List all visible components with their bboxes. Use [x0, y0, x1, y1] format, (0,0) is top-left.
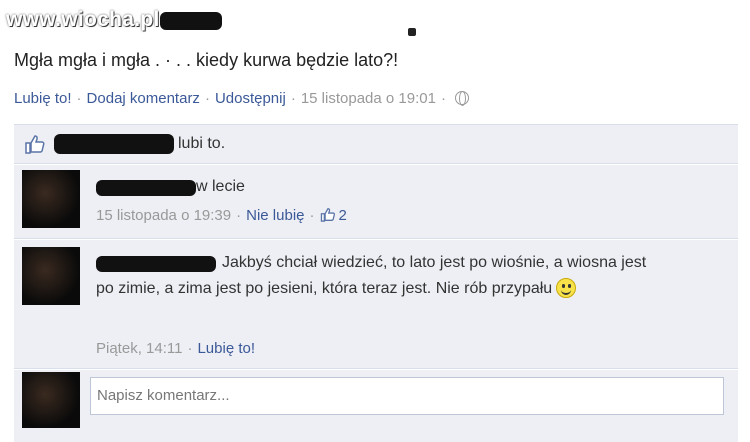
- separator: ·: [187, 340, 193, 357]
- separator: ·: [76, 90, 82, 107]
- divider: [14, 163, 738, 165]
- add-comment-link[interactable]: Dodaj komentarz: [87, 90, 200, 107]
- likes-suffix: lubi to.: [178, 135, 226, 152]
- separator: ·: [236, 207, 242, 224]
- likes-row: lubi to.: [24, 128, 225, 160]
- redacted-liker-name[interactable]: [54, 134, 174, 154]
- redacted-commenter-name[interactable]: [96, 180, 196, 196]
- redacted-author-name: [160, 12, 222, 30]
- comment-meta: 15 listopada o 19:39 · Nie lubię · 2: [96, 207, 347, 224]
- divider: [14, 368, 738, 370]
- globe-icon[interactable]: [454, 91, 469, 106]
- smiley-icon: [556, 278, 577, 298]
- camera-icon: [408, 28, 416, 36]
- comment-input[interactable]: Napisz komentarz...: [90, 377, 724, 415]
- watermark: www.wiocha.pl: [6, 8, 160, 31]
- separator: ·: [309, 207, 315, 224]
- separator: ·: [204, 90, 210, 107]
- separator: ·: [440, 90, 446, 107]
- comment-timestamp[interactable]: 15 listopada o 19:39: [96, 207, 231, 224]
- avatar[interactable]: [22, 170, 80, 228]
- avatar[interactable]: [22, 247, 80, 305]
- thumbs-up-icon: [25, 135, 45, 154]
- comment-meta: Piątek, 14:11 · Lubię to!: [96, 340, 255, 357]
- avatar: [22, 372, 80, 428]
- like-link[interactable]: Lubię to!: [197, 340, 255, 357]
- comment-timestamp[interactable]: Piątek, 14:11: [96, 340, 182, 357]
- thumbs-up-icon[interactable]: [320, 207, 336, 222]
- comment-text: w lecie: [196, 178, 245, 195]
- separator: ·: [290, 90, 296, 107]
- comment-input-placeholder: Napisz komentarz...: [97, 387, 230, 404]
- like-link[interactable]: Lubię to!: [14, 90, 72, 107]
- post-timestamp[interactable]: 15 listopada o 19:01: [301, 90, 436, 107]
- post-actions: Lubię to! · Dodaj komentarz · Udostępnij · 15 …: [14, 90, 469, 107]
- share-link[interactable]: Udostępnij: [215, 90, 286, 107]
- divider: [14, 238, 738, 240]
- comment-text: Jakbyś chciał wiedzieć, to lato jest po …: [96, 250, 656, 302]
- unlike-link[interactable]: Nie lubię: [246, 207, 304, 224]
- post-text: Mgła mgła i mgła . · . . kiedy kurwa będ…: [14, 50, 399, 70]
- like-count[interactable]: 2: [339, 207, 347, 224]
